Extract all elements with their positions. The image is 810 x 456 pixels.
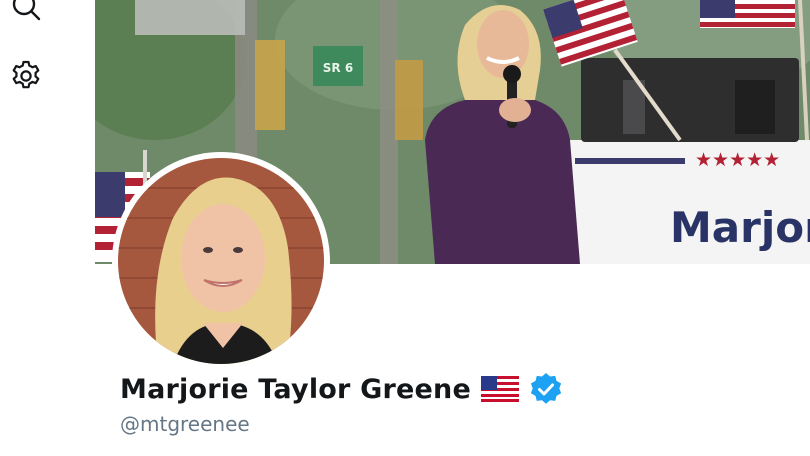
gear-icon [12, 60, 40, 89]
right-flag [700, 0, 795, 28]
search-button[interactable] [6, 0, 46, 26]
sidebar [0, 0, 95, 456]
settings-button[interactable] [6, 56, 46, 96]
sign-text: Marjorie [670, 203, 810, 252]
verified-badge-icon [530, 373, 562, 404]
profile-name-row: Marjorie Taylor Greene [120, 372, 563, 406]
street-sign-text: SR 6 [323, 61, 353, 75]
profile-avatar[interactable] [112, 152, 330, 370]
display-name: Marjorie Taylor Greene [120, 373, 471, 405]
search-icon [12, 0, 41, 21]
sign-stars: ★★★★★ [695, 149, 780, 171]
profile-handle: @mtgreenee [120, 412, 250, 436]
avatar-photo [118, 158, 324, 364]
us-flag-icon [480, 376, 519, 402]
